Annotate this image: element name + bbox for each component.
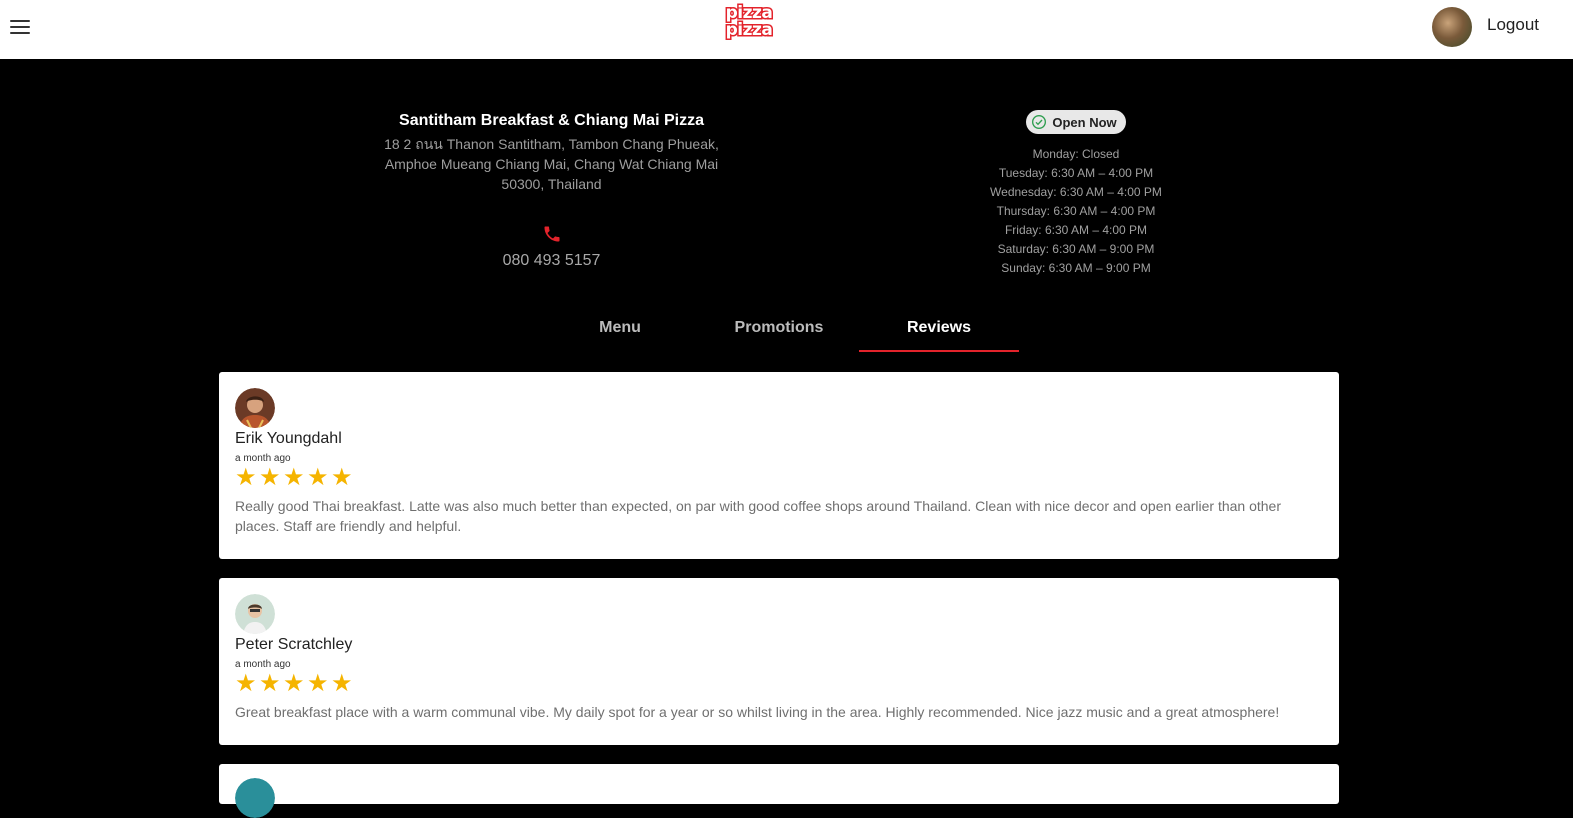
- star-icon: ★: [307, 670, 329, 697]
- opening-hours: Open Now Monday: Closed Tuesday: 6:30 AM…: [966, 110, 1186, 278]
- review-time: a month ago: [235, 659, 291, 670]
- tab-reviews[interactable]: Reviews: [859, 310, 1019, 352]
- menu-icon[interactable]: [10, 17, 30, 35]
- phone-number[interactable]: 080 493 5157: [370, 252, 733, 270]
- open-status-label: Open Now: [1052, 114, 1117, 130]
- pizza-logo[interactable]: pizza pizza: [724, 3, 774, 45]
- star-icon: ★: [331, 464, 353, 491]
- review-card: Peter Scratchley a month ago ★ ★ ★ ★ ★ Great…: [219, 578, 1339, 745]
- star-icon: ★: [259, 670, 281, 697]
- user-avatar[interactable]: [1432, 7, 1472, 47]
- phone-icon[interactable]: [542, 224, 562, 244]
- open-status-badge: Open Now: [1026, 110, 1126, 134]
- reviewer-avatar: [235, 778, 275, 818]
- star-icon: ★: [283, 464, 305, 491]
- hours-list: Monday: Closed Tuesday: 6:30 AM – 4:00 P…: [966, 145, 1186, 278]
- star-icon: ★: [259, 464, 281, 491]
- star-icon: ★: [235, 464, 257, 491]
- reviewer-avatar: [235, 594, 275, 634]
- check-circle-icon: [1032, 115, 1047, 129]
- review-text: Really good Thai breakfast. Latte was al…: [235, 498, 1282, 534]
- tab-promotions[interactable]: Promotions: [699, 310, 859, 350]
- restaurant-name: Santitham Breakfast & Chiang Mai Pizza: [399, 112, 704, 129]
- star-icon: ★: [307, 464, 329, 491]
- star-rating: ★ ★ ★ ★ ★: [235, 672, 355, 696]
- hours-row: Sunday: 6:30 AM – 9:00 PM: [1001, 261, 1151, 275]
- star-icon: ★: [283, 670, 305, 697]
- star-icon: ★: [235, 670, 257, 697]
- hours-row: Tuesday: 6:30 AM – 4:00 PM: [998, 166, 1154, 180]
- top-app-bar: pizza pizza Logout: [0, 0, 1573, 59]
- logout-button[interactable]: Logout: [1487, 15, 1539, 35]
- reviewer-avatar: [235, 388, 275, 428]
- restaurant-address: 18 2 ถนน Thanon Santitham, Tambon Chang …: [384, 136, 719, 192]
- logo-line: pizza: [724, 20, 774, 40]
- hours-row: Monday: Closed: [1032, 147, 1120, 161]
- reviewer-name: Erik Youngdahl: [235, 430, 342, 447]
- review-time: a month ago: [235, 453, 291, 464]
- hours-row: Thursday: 6:30 AM – 4:00 PM: [996, 204, 1156, 218]
- hours-row: Friday: 6:30 AM – 4:00 PM: [1004, 223, 1148, 237]
- restaurant-tabs: Menu Promotions Reviews: [540, 310, 1020, 352]
- hours-row: Saturday: 6:30 AM – 9:00 PM: [997, 242, 1155, 256]
- restaurant-info: Santitham Breakfast & Chiang Mai Pizza 1…: [370, 112, 733, 270]
- star-rating: ★ ★ ★ ★ ★: [235, 466, 355, 490]
- review-text: Great breakfast place with a warm commun…: [235, 704, 1280, 720]
- star-icon: ★: [331, 670, 353, 697]
- review-card: [219, 764, 1339, 818]
- hours-row: Wednesday: 6:30 AM – 4:00 PM: [990, 185, 1162, 199]
- tab-menu[interactable]: Menu: [540, 310, 700, 350]
- reviewer-name: Peter Scratchley: [235, 636, 353, 653]
- review-card: Erik Youngdahl a month ago ★ ★ ★ ★ ★ Really …: [219, 372, 1339, 559]
